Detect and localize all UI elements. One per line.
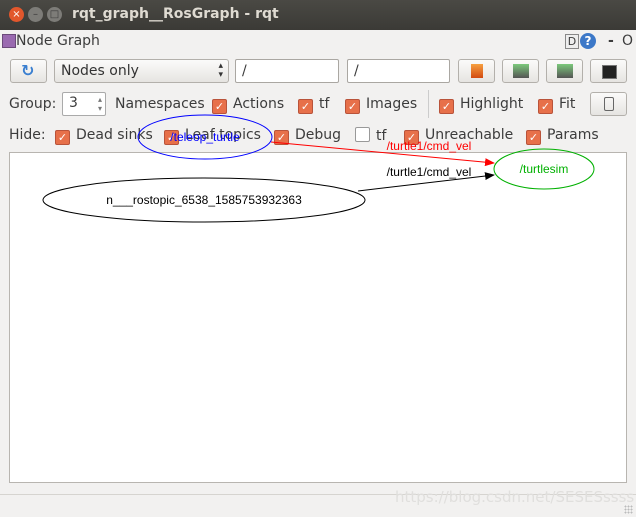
node-label[interactable]: /turtlesim [520,162,569,176]
node-label[interactable]: n___rostopic_6538_1585753932363 [106,193,302,207]
close-plugin-button[interactable]: O [622,33,633,49]
node-label[interactable]: /teleop_turtle [170,130,240,144]
edge-label[interactable]: /turtle1/cmd_vel [387,139,472,153]
graph-canvas[interactable]: /turtle1/cmd_vel /turtle1/cmd_vel /teleo… [9,114,627,483]
resize-grip[interactable] [624,505,633,514]
watermark: https://blog.csdn.net/SESESssss [395,488,635,506]
edge-label[interactable]: /turtle1/cmd_vel [387,165,472,179]
